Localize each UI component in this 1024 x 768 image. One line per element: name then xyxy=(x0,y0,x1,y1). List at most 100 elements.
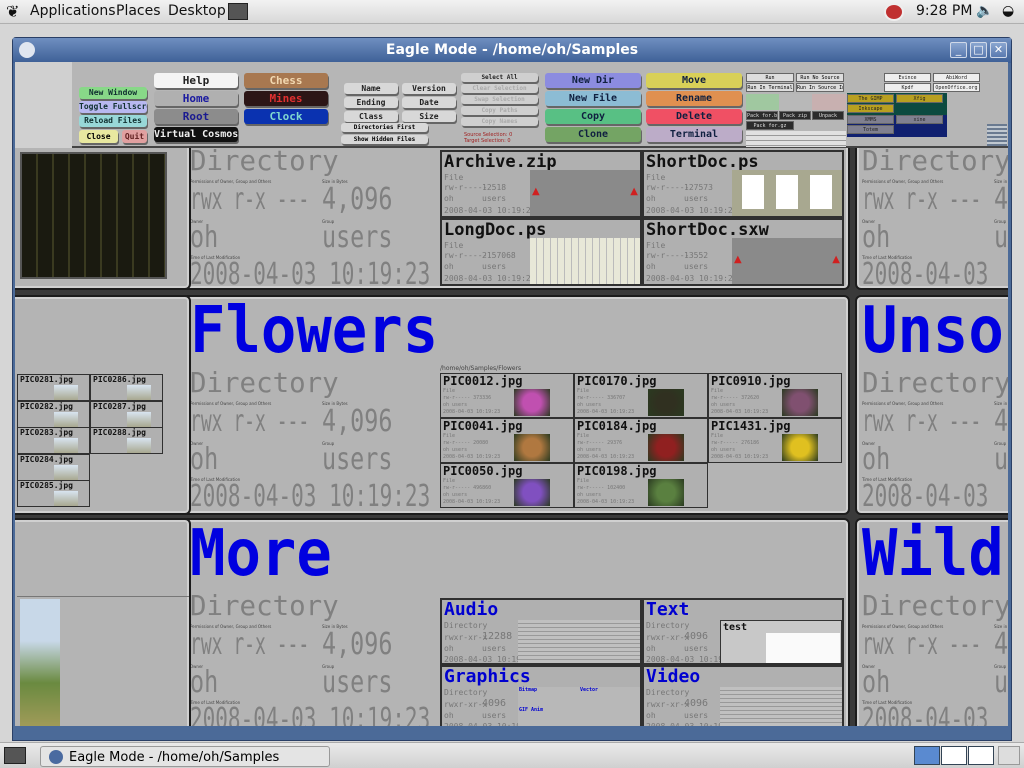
sort-by-name[interactable]: Name xyxy=(344,83,398,94)
maximize-button[interactable]: □ xyxy=(970,42,987,58)
file-tile[interactable]: PIC0050.jpg File rw-r----- 496860 oh users 2… xyxy=(440,463,574,508)
directory-panel[interactable]: Directory Permissions of Owner, Group and… xyxy=(855,148,1008,290)
selection-select-all-button[interactable]: Select All xyxy=(461,73,538,82)
command-terminal[interactable]: Terminal xyxy=(646,127,742,142)
left-directory-panel[interactable]: PIC0281.jpg PIC0286.jpg PIC0282.jpg PIC0287… xyxy=(15,295,191,515)
file-tile[interactable]: PIC0288.jpg xyxy=(90,427,163,454)
file-tile[interactable]: PIC0041.jpg File rw-r----- 20080 oh users 20… xyxy=(440,418,574,463)
directory-tile[interactable]: Text Directory rwxr-xr-x 4096 oh users 2008-04… xyxy=(642,598,844,665)
scroll-handle[interactable] xyxy=(987,124,1007,146)
file-tile[interactable]: PIC0284.jpg xyxy=(17,453,90,481)
file-tile[interactable]: ShortDoc.ps File rw-r----- 127573 oh users 200… xyxy=(642,150,844,218)
file-tile[interactable]: PIC0282.jpg xyxy=(17,400,90,428)
task-button[interactable]: Eagle Mode - /home/oh/Samples xyxy=(40,746,330,767)
command-move[interactable]: Move xyxy=(646,73,742,88)
pack-2[interactable]: Unpack xyxy=(812,111,844,120)
update-notifier-icon[interactable] xyxy=(884,3,904,21)
window-titlebar[interactable]: Eagle Mode - /home/oh/Samples _ □ ✕ xyxy=(13,38,1011,63)
directory-panel[interactable]: Wild Directory Permissions of Owner, Group… xyxy=(855,518,1008,726)
sort-by-version[interactable]: Version xyxy=(402,83,456,94)
run-2[interactable]: Run In Terminal xyxy=(746,83,794,92)
directory-panel[interactable]: Directory Permissions of Owner, Group and… xyxy=(182,148,850,290)
workspace-3[interactable] xyxy=(968,746,994,765)
toolbar-toggle-fullscreen-button[interactable]: Toggle Fullscreen xyxy=(79,101,147,113)
directory-panel[interactable]: Unso Directory Permissions of Owner, Group… xyxy=(855,295,1008,515)
menu-desktop[interactable]: Desktop xyxy=(168,3,226,19)
toolbar-reload-files-button[interactable]: Reload Files xyxy=(79,115,147,127)
selection-copy-names-button[interactable]: Copy Names xyxy=(461,117,538,126)
app-evince[interactable]: Evince xyxy=(884,73,931,82)
run-3[interactable]: Run In Source In Terminal xyxy=(796,83,844,92)
menu-places[interactable]: Places xyxy=(116,3,161,19)
app-xine[interactable]: xine xyxy=(896,115,943,124)
directory-tile[interactable]: Audio Directory rwxr-xr-x 12288 oh users 2008-… xyxy=(440,598,642,665)
eagle-icon[interactable]: ◒ xyxy=(1002,3,1014,19)
bookmark-mines[interactable]: Mines xyxy=(244,91,328,106)
directory-tile[interactable]: GraphicsDirectoryrwxr-xr-x4096ohusers200… xyxy=(440,665,642,726)
app-xfig[interactable]: Xfig xyxy=(896,94,943,103)
selection-clear-selection-button[interactable]: Clear Selection xyxy=(461,84,538,93)
directories-first-toggle[interactable]: Directories First xyxy=(341,123,428,132)
trash-icon[interactable] xyxy=(998,746,1020,765)
sort-by-ending[interactable]: Ending xyxy=(344,97,398,108)
app-totem[interactable]: Totem xyxy=(847,125,894,134)
left-directory-panel[interactable] xyxy=(15,148,191,290)
command-rename[interactable]: Rename xyxy=(646,91,742,106)
app-kpdf[interactable]: Kpdf xyxy=(884,83,931,92)
terminal-launcher-icon[interactable] xyxy=(228,3,248,20)
file-tile[interactable]: PIC0285.jpg xyxy=(17,480,90,507)
run-1[interactable]: Run No Source xyxy=(796,73,844,82)
pack-1[interactable]: Pack zip xyxy=(779,111,811,120)
file-tile[interactable]: PIC0283.jpg xyxy=(17,427,90,454)
file-tile[interactable]: PIC0281.jpg xyxy=(17,374,90,401)
bookmark-home[interactable]: Home xyxy=(154,91,238,106)
app-abiword[interactable]: AbiWord xyxy=(933,73,980,82)
bookmark-root[interactable]: Root xyxy=(154,109,238,124)
file-tile[interactable]: PIC0012.jpg File rw-r----- 373336 oh users 2… xyxy=(440,373,574,418)
sort-by-class[interactable]: Class xyxy=(344,111,398,122)
gnome-foot-icon[interactable]: ❦ xyxy=(6,2,19,21)
directory-panel[interactable]: Flowers Directory Permissions of Owner, Gr… xyxy=(182,295,850,515)
file-tile[interactable]: PIC0286.jpg xyxy=(90,374,163,401)
pack-3[interactable]: Pack for.gz xyxy=(746,121,794,130)
command-clone[interactable]: Clone xyxy=(545,127,641,142)
menu-applications[interactable]: Applications xyxy=(30,3,116,19)
sort-by-date[interactable]: Date xyxy=(402,97,456,108)
show-desktop-icon[interactable] xyxy=(4,747,26,764)
app-openoffice-org[interactable]: OpenOffice.org xyxy=(933,83,980,92)
file-tile[interactable]: Archive.zip File rw-r----- 12518 oh users 2008… xyxy=(440,150,642,218)
app-inkscape[interactable]: Inkscape xyxy=(847,104,894,113)
clock[interactable]: 9:28 PM xyxy=(916,3,972,19)
workspace-2[interactable] xyxy=(941,746,967,765)
file-tile[interactable]: LongDoc.ps File rw-r----- 2157068 oh users 200… xyxy=(440,218,642,286)
bookmark-help[interactable]: Help xyxy=(154,73,238,88)
left-directory-panel[interactable] xyxy=(15,518,191,726)
file-tile[interactable]: PIC1431.jpg File rw-r----- 276186 oh users 2… xyxy=(708,418,842,463)
bookmark-chess[interactable]: Chess xyxy=(244,73,328,88)
file-tile[interactable]: ShortDoc.sxw File rw-r----- 13552 oh users 200… xyxy=(642,218,844,286)
app-the-gimp[interactable]: The GIMP xyxy=(847,94,894,103)
command-new-file[interactable]: New File xyxy=(545,91,641,106)
bookmark-clock[interactable]: Clock xyxy=(244,109,328,124)
show-hidden-files-toggle[interactable]: Show Hidden Files xyxy=(341,135,428,144)
selection-copy-paths-button[interactable]: Copy Paths xyxy=(461,106,538,115)
app-xmms[interactable]: XMMS xyxy=(847,115,894,124)
workspace-1[interactable] xyxy=(914,746,940,765)
file-tile[interactable]: PIC0910.jpg File rw-r----- 372620 oh users 2… xyxy=(708,373,842,418)
pack-0[interactable]: Pack for.bz2 xyxy=(746,111,778,120)
run-0[interactable]: Run xyxy=(746,73,794,82)
file-tile[interactable]: PIC0184.jpg File rw-r----- 29376 oh users 20… xyxy=(574,418,708,463)
command-copy[interactable]: Copy xyxy=(545,109,641,124)
close-button[interactable]: ✕ xyxy=(990,42,1007,58)
directory-tile[interactable]: VideoDirectoryrwxr-xr-x4096ohusers2008-0… xyxy=(642,665,844,726)
toolbar-new-window-button[interactable]: New Window xyxy=(79,87,147,99)
file-tile[interactable]: PIC0170.jpg File rw-r----- 336707 oh users 2… xyxy=(574,373,708,418)
volume-icon[interactable]: 🔈 xyxy=(976,3,993,19)
sort-by-size[interactable]: Size xyxy=(402,111,456,122)
minimize-button[interactable]: _ xyxy=(950,42,967,58)
bookmark-virtual-cosmos[interactable]: Virtual Cosmos xyxy=(154,127,238,142)
close-window-button[interactable]: Close xyxy=(79,130,118,143)
directory-panel[interactable]: More Directory Permissions of Owner, Group… xyxy=(182,518,850,726)
selection-swap-selection-button[interactable]: Swap Selection xyxy=(461,95,538,104)
command-delete[interactable]: Delete xyxy=(646,109,742,124)
